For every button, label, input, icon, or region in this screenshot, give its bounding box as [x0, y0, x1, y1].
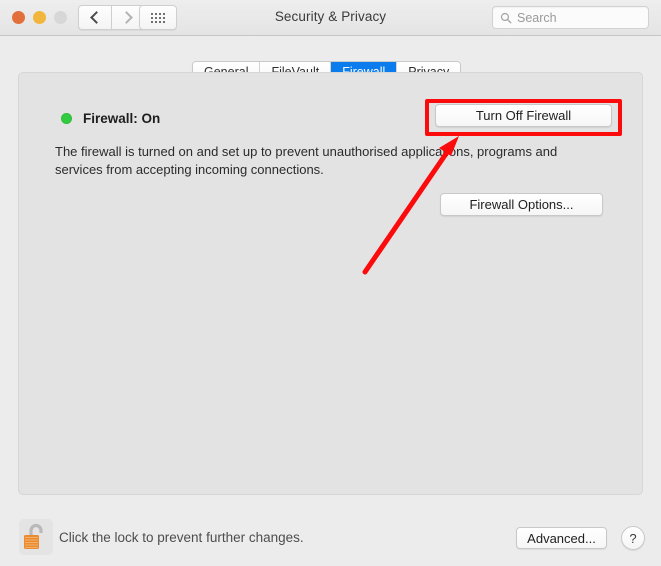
help-button[interactable]: ?	[621, 526, 645, 550]
lock-hint-text: Click the lock to prevent further change…	[59, 530, 304, 545]
turn-off-firewall-button[interactable]: Turn Off Firewall	[435, 104, 612, 127]
firewall-panel: Firewall: On Turn Off Firewall The firew…	[18, 72, 643, 495]
firewall-status-label: Firewall: On	[83, 111, 161, 126]
status-indicator-dot	[61, 113, 72, 124]
window-titlebar: Security & Privacy Search	[0, 0, 661, 36]
firewall-description: The firewall is turned on and set up to …	[55, 144, 558, 177]
search-placeholder: Search	[517, 10, 557, 25]
unlocked-padlock-icon	[24, 523, 43, 549]
firewall-status: Firewall: On	[61, 111, 160, 126]
lock-button[interactable]	[19, 519, 53, 555]
search-icon	[500, 12, 512, 23]
search-field[interactable]: Search	[492, 6, 649, 29]
security-privacy-window: Security & Privacy Search General FileVa…	[0, 0, 661, 566]
advanced-button[interactable]: Advanced...	[516, 527, 607, 549]
firewall-options-button[interactable]: Firewall Options...	[440, 193, 603, 216]
